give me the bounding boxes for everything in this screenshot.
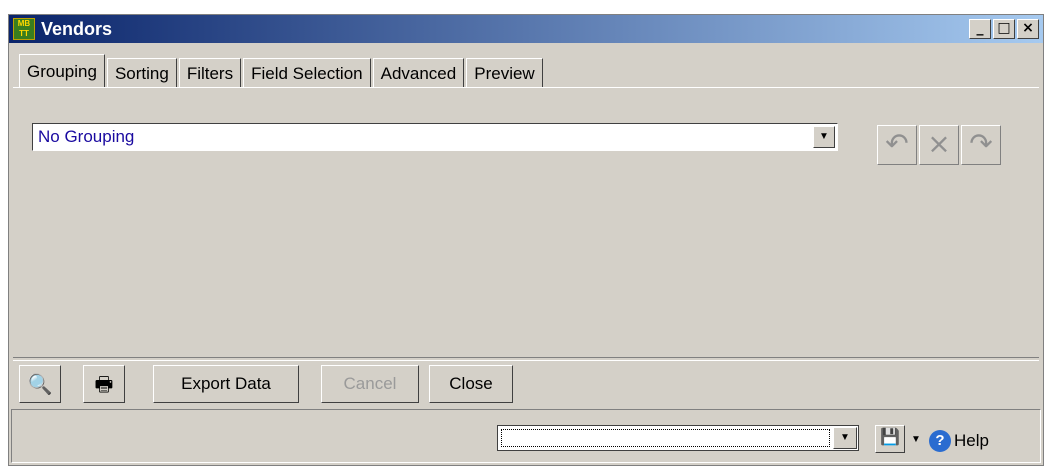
print-preview-button[interactable]: 🔍 bbox=[19, 365, 61, 403]
chevron-down-icon[interactable]: ▼ bbox=[813, 126, 835, 148]
help-label: Help bbox=[954, 431, 989, 450]
layout-select[interactable]: ▼ bbox=[497, 425, 859, 451]
chevron-down-icon[interactable]: ▼ bbox=[833, 427, 857, 449]
save-layout-button[interactable]: 💾 bbox=[875, 425, 905, 453]
app-icon: MB TT bbox=[13, 18, 35, 40]
floppy-icon: 💾 bbox=[880, 429, 900, 446]
minimize-button[interactable]: _ bbox=[969, 19, 991, 39]
undo-icon[interactable]: ↶ bbox=[877, 125, 917, 165]
maximize-button[interactable]: □ bbox=[993, 19, 1015, 39]
tab-filters[interactable]: Filters bbox=[178, 58, 242, 88]
tab-strip: Grouping Sorting Filters Field Selection… bbox=[19, 52, 545, 88]
close-button[interactable]: Close bbox=[429, 365, 513, 403]
print-button[interactable]: 🖶 bbox=[83, 365, 125, 403]
help-button[interactable]: ? Help bbox=[929, 429, 989, 453]
tab-sorting[interactable]: Sorting bbox=[106, 58, 177, 88]
printer-icon: 🖶 bbox=[94, 372, 114, 396]
close-window-button[interactable]: × bbox=[1017, 19, 1039, 39]
cancel-button[interactable]: Cancel bbox=[321, 365, 419, 403]
tab-field-selection[interactable]: Field Selection bbox=[243, 58, 371, 88]
export-data-button[interactable]: Export Data bbox=[153, 365, 299, 403]
window-title: Vendors bbox=[41, 19, 113, 39]
print-preview-icon: 🔍 bbox=[27, 372, 53, 396]
help-icon: ? bbox=[929, 430, 951, 452]
grouping-select-value: No Grouping bbox=[38, 127, 135, 146]
tab-preview[interactable]: Preview bbox=[466, 58, 543, 88]
save-options-dropdown[interactable]: ▼ bbox=[907, 431, 925, 449]
divider bbox=[13, 357, 1039, 361]
redo-icon[interactable]: ↷ bbox=[961, 125, 1001, 165]
vendors-window: MB TT Vendors _ □ × Grouping Sorting Fil… bbox=[8, 14, 1044, 466]
layout-select-value bbox=[501, 429, 830, 447]
tab-advanced[interactable]: Advanced bbox=[372, 58, 465, 88]
tab-grouping[interactable]: Grouping bbox=[19, 54, 105, 88]
title-bar: MB TT Vendors _ □ × bbox=[9, 15, 1043, 43]
grouping-select[interactable]: No Grouping ▼ bbox=[32, 123, 838, 151]
delete-icon[interactable]: × bbox=[919, 125, 959, 165]
